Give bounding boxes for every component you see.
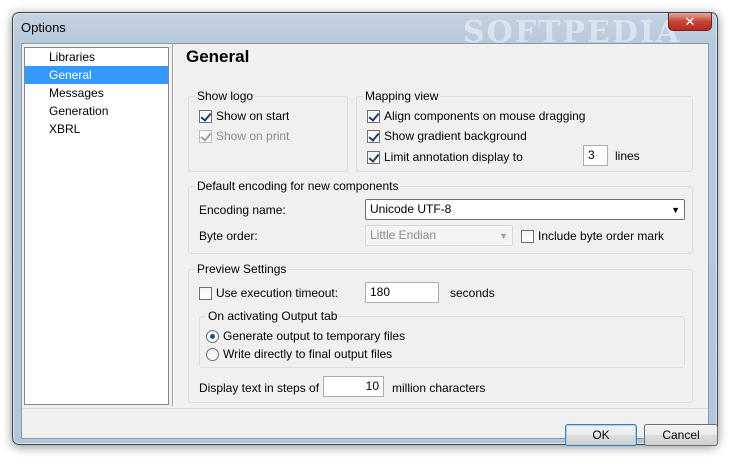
align-components-row[interactable]: Align components on mouse dragging [367, 109, 585, 123]
show-logo-legend: Show logo [195, 89, 256, 103]
byte-order-select: Little Endian ▼ [365, 225, 513, 246]
preview-settings-group: Preview Settings Use execution timeout: … [188, 262, 693, 403]
include-bom-label: Include byte order mark [538, 229, 665, 243]
show-on-print-label: Show on print [216, 129, 290, 143]
encoding-group: Default encoding for new components Enco… [188, 179, 693, 254]
general-panel: General Show logo Show on start Show on … [174, 44, 708, 406]
cancel-button[interactable]: Cancel [644, 424, 718, 446]
chevron-down-icon: ▼ [499, 231, 508, 241]
mapping-view-legend: Mapping view [363, 89, 441, 103]
show-on-start-label: Show on start [216, 109, 290, 123]
generate-temp-radio[interactable] [206, 329, 219, 343]
encoding-legend: Default encoding for new components [195, 179, 401, 193]
execution-timeout-input[interactable]: 180 [365, 282, 439, 303]
gradient-background-label: Show gradient background [384, 129, 527, 143]
preview-settings-legend: Preview Settings [195, 262, 289, 276]
sidebar-item-generation[interactable]: Generation [25, 102, 168, 120]
chevron-down-icon: ▼ [671, 205, 680, 215]
sidebar-item-messages[interactable]: Messages [25, 84, 168, 102]
footer-divider [22, 408, 708, 409]
write-final-radio[interactable] [206, 347, 219, 361]
show-on-print-row: Show on print [199, 129, 289, 143]
output-tab-group: On activating Output tab Generate output… [199, 309, 685, 368]
gradient-background-checkbox[interactable] [367, 129, 380, 143]
encoding-name-label: Encoding name: [199, 203, 286, 217]
generate-temp-label: Generate output to temporary files [223, 329, 406, 343]
show-on-print-checkbox [199, 129, 212, 143]
align-components-label: Align components on mouse dragging [384, 109, 586, 123]
encoding-name-select[interactable]: Unicode UTF-8 ▼ [365, 199, 685, 220]
display-steps-input[interactable]: 10 [323, 376, 384, 397]
gradient-background-row[interactable]: Show gradient background [367, 129, 527, 143]
close-icon: ✕ [684, 14, 696, 29]
generate-temp-row[interactable]: Generate output to temporary files [206, 329, 405, 343]
display-steps-label: Display text in steps of [199, 381, 320, 395]
page-title: General [186, 47, 250, 66]
category-list: Libraries General Messages Generation XB… [24, 47, 169, 405]
annotation-lines-input[interactable]: 3 [583, 145, 608, 166]
limit-annotation-row[interactable]: Limit annotation display to [367, 150, 523, 164]
byte-order-value: Little Endian [370, 228, 437, 242]
show-on-start-checkbox[interactable] [199, 109, 212, 123]
align-components-checkbox[interactable] [367, 109, 380, 123]
annotation-lines-suffix: lines [615, 149, 640, 163]
write-final-label: Write directly to final output files [223, 347, 393, 361]
limit-annotation-checkbox[interactable] [367, 150, 380, 164]
display-steps-suffix: million characters [392, 381, 486, 395]
execution-timeout-label: Use execution timeout: [216, 286, 339, 300]
output-tab-legend: On activating Output tab [206, 309, 340, 323]
execution-timeout-row[interactable]: Use execution timeout: [199, 286, 338, 300]
ok-button[interactable]: OK [565, 424, 637, 446]
encoding-name-value: Unicode UTF-8 [370, 202, 452, 216]
sidebar-item-libraries[interactable]: Libraries [25, 48, 168, 66]
sidebar-item-xbrl[interactable]: XBRL [25, 120, 168, 138]
show-logo-group: Show logo Show on start Show on print [188, 89, 348, 172]
options-window: Options SOFTPEDIA ✕ Libraries General Me… [12, 12, 718, 446]
include-bom-row[interactable]: Include byte order mark [521, 229, 664, 243]
include-bom-checkbox[interactable] [521, 229, 534, 243]
mapping-view-group: Mapping view Align components on mouse d… [356, 89, 693, 172]
execution-timeout-checkbox[interactable] [199, 286, 212, 300]
write-final-row[interactable]: Write directly to final output files [206, 347, 392, 361]
limit-annotation-label: Limit annotation display to [384, 150, 523, 164]
window-title: Options [21, 20, 66, 35]
sidebar-item-general[interactable]: General [25, 66, 168, 84]
byte-order-label: Byte order: [199, 229, 258, 243]
close-button[interactable]: ✕ [668, 13, 712, 31]
execution-timeout-suffix: seconds [450, 286, 495, 300]
show-on-start-row[interactable]: Show on start [199, 109, 289, 123]
dialog-client-area: Libraries General Messages Generation XB… [21, 43, 718, 446]
